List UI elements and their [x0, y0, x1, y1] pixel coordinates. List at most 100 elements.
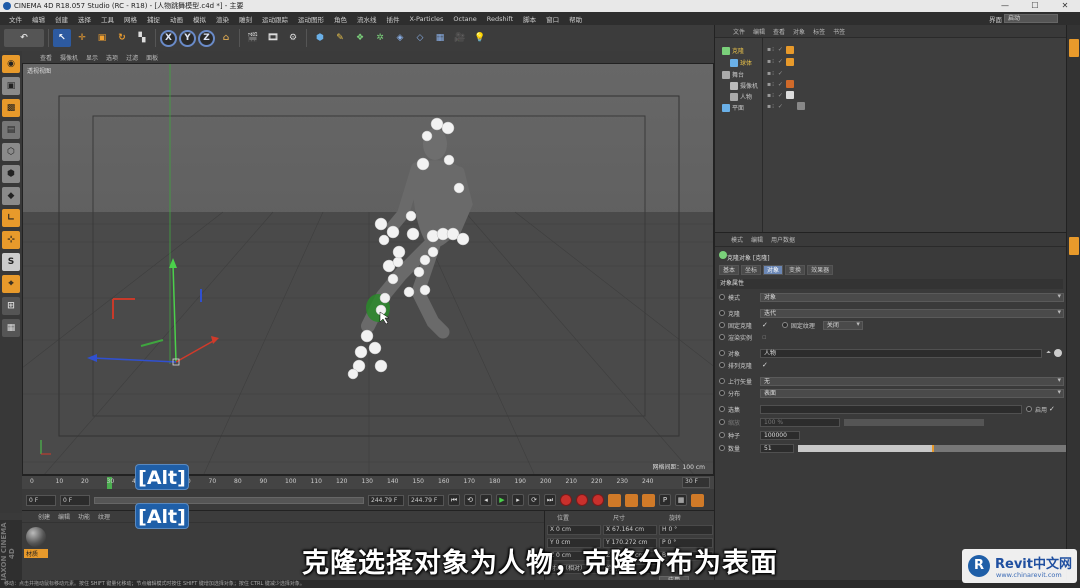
- render-instances-checkbox[interactable]: ▫: [762, 333, 767, 341]
- object-tag-icon[interactable]: [786, 46, 794, 54]
- clones-animate-dot[interactable]: [719, 310, 725, 316]
- object-visibility-flags[interactable]: ▪⁝ ✓: [767, 103, 784, 110]
- object-tag-icon[interactable]: [786, 80, 794, 88]
- object-manager-menu-item[interactable]: 文件: [729, 27, 749, 36]
- move-tool-icon[interactable]: ✛: [73, 29, 91, 47]
- previous-key-icon[interactable]: ⟲: [464, 494, 476, 506]
- attribute-menu-item[interactable]: 模式: [727, 235, 747, 244]
- object-manager-menu-item[interactable]: 对象: [789, 27, 809, 36]
- material-menu-item[interactable]: 纹理: [94, 512, 114, 521]
- menu-item[interactable]: 文件: [4, 14, 27, 24]
- object-visibility-flags[interactable]: ▪⁝ ✓: [767, 70, 784, 77]
- render-view-icon[interactable]: 🎬: [244, 29, 262, 47]
- menu-item[interactable]: X-Particles: [405, 15, 449, 23]
- fix-clone-checkbox[interactable]: ✓: [762, 321, 768, 329]
- object-manager-menu-item[interactable]: 编辑: [749, 27, 769, 36]
- size-x-field[interactable]: X 67.164 cm: [603, 524, 657, 535]
- count-slider[interactable]: [798, 444, 1066, 452]
- viewport-solo-icon[interactable]: ▦: [2, 319, 20, 337]
- snap-icon[interactable]: S: [2, 253, 20, 271]
- frame-range-slider[interactable]: [94, 496, 364, 504]
- render-instances-animate-dot[interactable]: [719, 334, 725, 340]
- tweak-mode-icon[interactable]: ⊹: [2, 231, 20, 249]
- menu-item[interactable]: 雕刻: [234, 14, 257, 24]
- max-frame-field[interactable]: 244.79 F: [408, 494, 444, 506]
- viewport-menu-item[interactable]: 选项: [102, 53, 122, 62]
- object-row[interactable]: 摄像机: [730, 80, 758, 91]
- edges-mode-icon[interactable]: ⬢: [2, 165, 20, 183]
- undo-icon[interactable]: ↶: [4, 29, 44, 47]
- menu-item[interactable]: 脚本: [518, 14, 541, 24]
- cube-primitive-icon[interactable]: ⬢: [311, 29, 329, 47]
- menu-item[interactable]: 帮助: [564, 14, 587, 24]
- viewport-menu-item[interactable]: 查看: [36, 53, 56, 62]
- render-settings-icon[interactable]: ⚙: [284, 29, 302, 47]
- axis-mode-icon[interactable]: ∟: [2, 209, 20, 227]
- texture-mode-icon[interactable]: ▩: [2, 99, 20, 117]
- select-arrow-icon[interactable]: ↖: [53, 29, 71, 47]
- next-frame-icon[interactable]: ▸: [512, 494, 524, 506]
- object-link-field[interactable]: 人物: [760, 348, 1042, 358]
- attribute-tab[interactable]: 对象: [763, 265, 784, 275]
- model-mode-icon[interactable]: ▣: [2, 77, 20, 95]
- maximize-button[interactable]: ☐: [1020, 0, 1050, 12]
- axis-x-toggle[interactable]: X: [160, 29, 177, 47]
- solo-mode-icon[interactable]: ⊞: [2, 297, 20, 315]
- recent-tool-icon[interactable]: ▚: [133, 29, 151, 47]
- position-key-icon[interactable]: [608, 493, 621, 507]
- material-preview[interactable]: [26, 527, 46, 547]
- lock-workplane-icon[interactable]: ⌖: [2, 275, 20, 293]
- make-editable-icon[interactable]: ◉: [2, 55, 20, 73]
- workplane-icon[interactable]: ▤: [2, 121, 20, 139]
- seed-animate-dot[interactable]: [719, 432, 725, 438]
- align-clone-checkbox[interactable]: ✓: [762, 361, 768, 369]
- record-active-icon[interactable]: [560, 494, 572, 506]
- fix-texture-animate-dot[interactable]: [781, 322, 788, 328]
- timeline-end-field[interactable]: 30 F: [682, 477, 710, 488]
- menu-item[interactable]: 渲染: [211, 14, 234, 24]
- up-vector-animate-dot[interactable]: [719, 378, 725, 384]
- mode-animate-dot[interactable]: [719, 294, 725, 300]
- light-icon[interactable]: 💡: [471, 29, 489, 47]
- object-row[interactable]: 舞台: [722, 69, 744, 80]
- go-to-end-icon[interactable]: ⏭: [544, 494, 556, 506]
- object-row[interactable]: 平面: [722, 102, 744, 113]
- viewport-menu-item[interactable]: 显示: [82, 53, 102, 62]
- current-frame-field[interactable]: 0 F: [26, 494, 56, 506]
- scale-slider[interactable]: [844, 418, 984, 426]
- viewport-menu-item[interactable]: 摄像机: [56, 53, 82, 62]
- scale-tool-icon[interactable]: ▣: [93, 29, 111, 47]
- rotation-h-field[interactable]: H 0 °: [659, 524, 713, 535]
- attribute-tab[interactable]: 基本: [719, 265, 740, 275]
- range-end-field[interactable]: 244.79 F: [368, 494, 404, 506]
- count-animate-dot[interactable]: [719, 445, 725, 451]
- selection-field[interactable]: [760, 404, 1022, 414]
- attribute-tab[interactable]: 坐标: [741, 265, 762, 275]
- points-mode-icon[interactable]: ⬡: [2, 143, 20, 161]
- scale-key-icon[interactable]: [625, 493, 638, 507]
- menu-item[interactable]: Redshift: [482, 15, 518, 23]
- start-frame-field[interactable]: 0 F: [60, 494, 90, 506]
- axis-y-toggle[interactable]: Y: [179, 29, 196, 47]
- object-name[interactable]: 摄像机: [740, 81, 758, 90]
- scale-animate-dot[interactable]: [719, 419, 725, 425]
- menu-item[interactable]: 流水线: [352, 14, 382, 24]
- clones-dropdown[interactable]: 迭代: [760, 308, 1064, 318]
- attribute-tab[interactable]: 变换: [785, 265, 806, 275]
- menu-item[interactable]: 模拟: [188, 14, 211, 24]
- environment-icon[interactable]: ◇: [411, 29, 429, 47]
- axis-z-toggle[interactable]: Z: [198, 29, 215, 47]
- object-name[interactable]: 人物: [740, 92, 752, 101]
- autokey-icon[interactable]: [576, 494, 588, 506]
- minimize-button[interactable]: —: [990, 0, 1020, 12]
- object-name[interactable]: 克隆: [732, 46, 744, 55]
- menu-item[interactable]: Octane: [448, 15, 481, 23]
- menu-item[interactable]: 动画: [165, 14, 188, 24]
- deformer-icon[interactable]: ◈: [391, 29, 409, 47]
- object-row[interactable]: 球体: [730, 57, 752, 68]
- polygons-mode-icon[interactable]: ◆: [2, 187, 20, 205]
- object-name[interactable]: 球体: [740, 58, 752, 67]
- object-visibility-flags[interactable]: ▪⁝ ✓: [767, 92, 784, 99]
- distribution-animate-dot[interactable]: [719, 390, 725, 396]
- previous-frame-icon[interactable]: ◂: [480, 494, 492, 506]
